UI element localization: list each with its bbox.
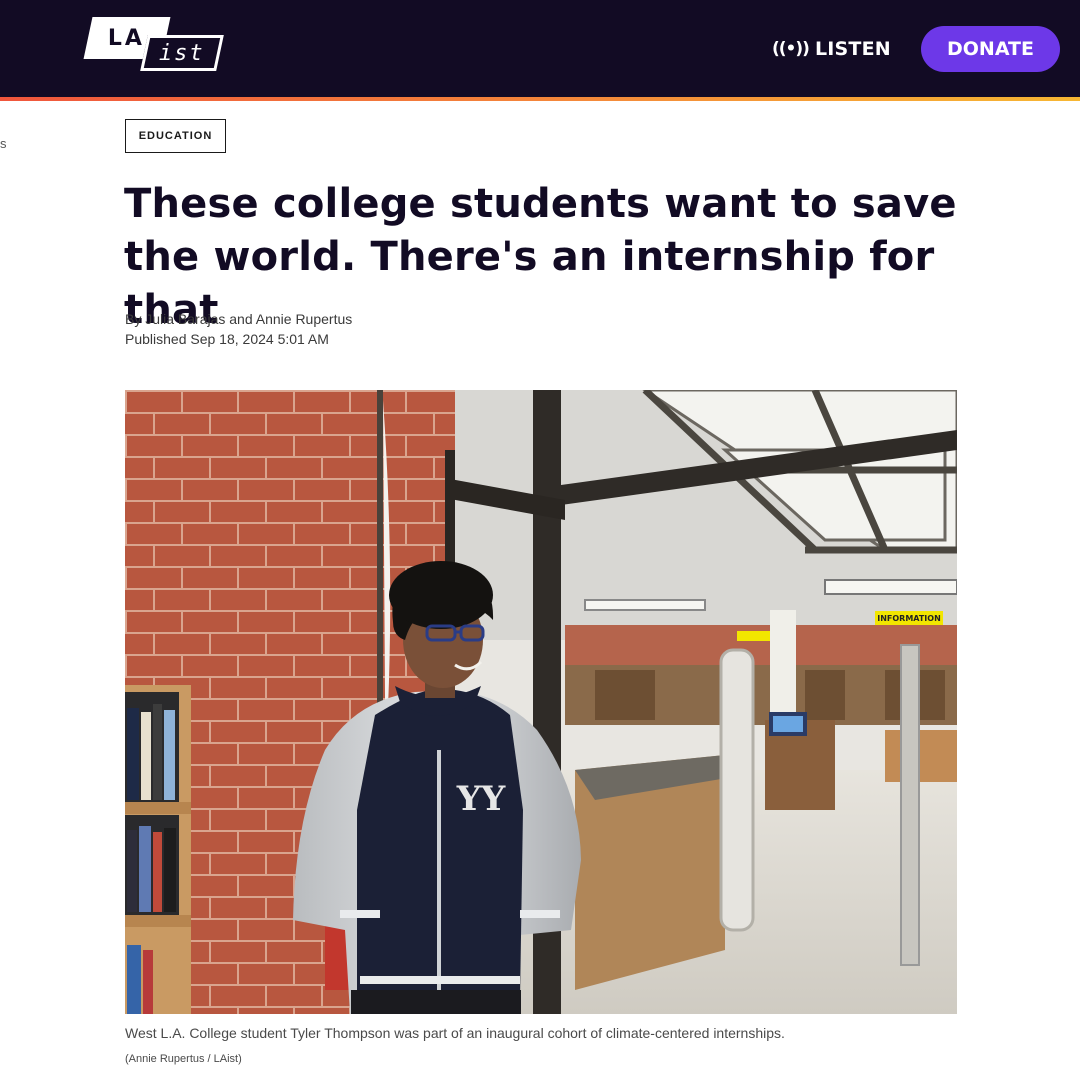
donate-button[interactable]: DONATE — [921, 26, 1060, 72]
published-date: Published Sep 18, 2024 5:01 AM — [125, 331, 329, 347]
image-credit: (Annie Rupertus / LAist) — [125, 1053, 242, 1065]
library-photo: INFORMATION YY — [125, 390, 957, 1014]
logo-ist-text: ist — [159, 40, 205, 66]
listen-label: LISTEN — [814, 38, 891, 60]
header-accent-bar — [0, 97, 1080, 101]
broadcast-icon: ((•)) — [772, 39, 810, 59]
offscreen-sidebar-text: s — [0, 136, 7, 151]
information-sign: INFORMATION — [877, 614, 941, 623]
category-tag[interactable]: EDUCATION — [125, 119, 226, 153]
laist-logo[interactable]: LA ist — [83, 17, 224, 73]
byline: By Julia Barajas and Annie Rupertus — [125, 311, 353, 327]
svg-text:YY: YY — [456, 779, 506, 819]
listen-button[interactable]: ((•)) LISTEN — [772, 34, 891, 64]
logo-la-text: LA — [108, 25, 146, 51]
article-hero-image: INFORMATION YY — [125, 390, 957, 1014]
logo-ist-block: ist — [140, 35, 224, 71]
image-caption: West L.A. College student Tyler Thompson… — [125, 1025, 785, 1041]
site-header: LA ist ((•)) LISTEN DONATE — [0, 0, 1080, 97]
